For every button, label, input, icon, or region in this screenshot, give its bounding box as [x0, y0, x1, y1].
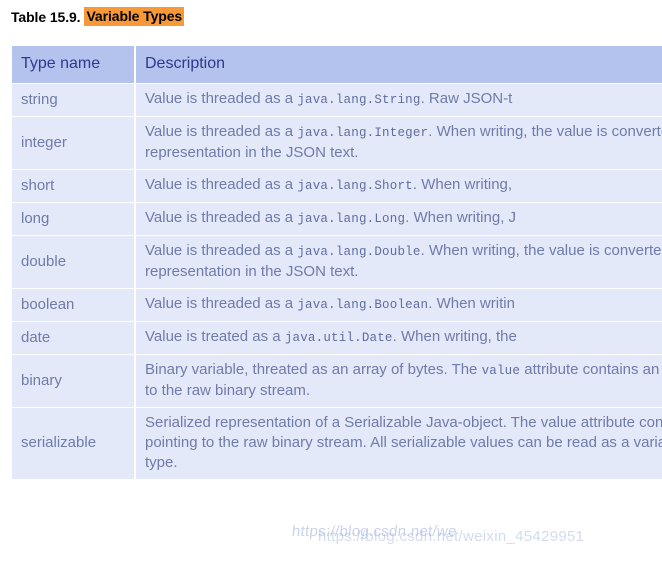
description-text: . When writin	[428, 295, 515, 312]
table-caption-title-highlighted: Variable Types	[84, 7, 185, 26]
cell-type-name: long	[12, 203, 134, 235]
table-row: date Value is treated as a java.util.Date…	[12, 322, 662, 354]
code-literal: java.util.Date	[284, 331, 393, 345]
column-header-description-label: Description	[145, 55, 226, 72]
code-literal: value	[481, 364, 521, 378]
table-row: long Value is threaded as a java.lang.Lon…	[12, 203, 662, 235]
table-row: string Value is threaded as a java.lang.S…	[12, 84, 662, 116]
cell-description: Serialized representation of a Serializa…	[136, 408, 662, 479]
cell-description: Binary variable, threated as an array of…	[136, 355, 662, 407]
column-header-description: Description	[136, 46, 662, 83]
cell-description: Value is threaded as a java.lang.String.…	[136, 84, 662, 116]
description-text: Value is treated as a	[145, 328, 285, 345]
description-text: Value is threaded as a	[145, 176, 298, 193]
column-header-type-name-label: Type name	[21, 55, 101, 72]
table-row: boolean Value is threaded as a java.lang.…	[12, 289, 662, 321]
variable-types-table: Type name Description string Value is thr…	[10, 45, 662, 480]
code-literal: java.lang.Integer	[297, 126, 429, 140]
description-text: Value is threaded as a	[145, 123, 298, 140]
cell-description: Value is threaded as a java.lang.Boolean…	[136, 289, 662, 321]
description-text: Value is threaded as a	[145, 295, 298, 312]
description-text: Serialized representation of a Serializa…	[145, 414, 662, 471]
cell-type-name: boolean	[12, 289, 134, 321]
column-header-type-name: Type name	[12, 46, 134, 83]
cell-type-name: string	[12, 84, 134, 116]
table-row: short Value is threaded as a java.lang.Sh…	[12, 170, 662, 202]
code-literal: java.lang.Double	[297, 245, 421, 259]
description-text: . When writing,	[412, 176, 513, 193]
code-literal: java.lang.Long	[297, 212, 406, 226]
table-body: string Value is threaded as a java.lang.S…	[12, 84, 662, 479]
cell-description: Value is threaded as a java.lang.Integer…	[136, 117, 662, 169]
table-header: Type name Description	[12, 46, 662, 83]
cell-type-name: binary	[12, 355, 134, 407]
table-caption: Table 15.9. Variable Types	[11, 6, 185, 27]
cell-type-name: double	[12, 236, 134, 288]
code-literal: java.lang.Short	[297, 179, 413, 193]
cell-type-name: serializable	[12, 408, 134, 479]
table-row: serializable Serialized representation of…	[12, 408, 662, 479]
cell-description: Value is threaded as a java.lang.Double.…	[136, 236, 662, 288]
table-header-row: Type name Description	[12, 46, 662, 83]
description-text: Value is threaded as a	[145, 209, 298, 226]
cell-type-name: integer	[12, 117, 134, 169]
description-text: Value is threaded as a	[145, 90, 298, 107]
cell-description: Value is threaded as a java.lang.Short. …	[136, 170, 662, 202]
cell-description: Value is treated as a java.util.Date. Wh…	[136, 322, 662, 354]
table-caption-label: Table 15.9.	[11, 8, 81, 25]
description-text: . When writing, J	[405, 209, 517, 226]
watermark-text-a: https://blog.csdn.net/we	[291, 523, 458, 540]
table-row: double Value is threaded as a java.lang.D…	[12, 236, 662, 288]
description-text: Binary variable, threated as an array of…	[145, 361, 482, 378]
description-text: . When writing, the	[392, 328, 517, 345]
cell-description: Value is threaded as a java.lang.Long. W…	[136, 203, 662, 235]
code-literal: java.lang.Boolean	[297, 298, 429, 312]
table-row: binary Binary variable, threated as an ar…	[12, 355, 662, 407]
code-literal: java.lang.String	[297, 93, 421, 107]
watermark-text-b: https://blog.csdn.net/weixin_45429951	[318, 528, 585, 545]
description-text: . Raw JSON-t	[420, 90, 513, 107]
cell-type-name: short	[12, 170, 134, 202]
description-text: Value is threaded as a	[145, 242, 298, 259]
table-row: integer Value is threaded as a java.lang.…	[12, 117, 662, 169]
cell-type-name: date	[12, 322, 134, 354]
